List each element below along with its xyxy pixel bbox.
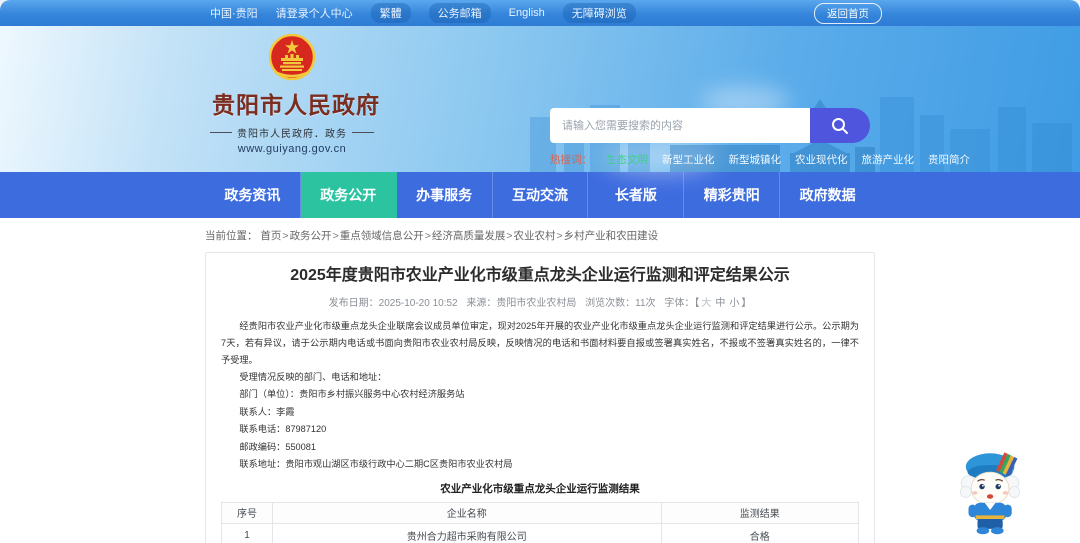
article-title: 2025年度贵阳市农业产业化市级重点龙头企业运行监测和评定结果公示 bbox=[290, 267, 790, 284]
font-size-medium[interactable]: 中 bbox=[715, 298, 725, 309]
breadcrumb-link[interactable]: 政务公开 bbox=[290, 230, 332, 242]
breadcrumb-separator: > bbox=[332, 230, 339, 242]
hot-search-label: 热搜词： bbox=[550, 154, 592, 166]
font-size-label: 字体：【 bbox=[664, 298, 700, 309]
font-size-bracket-close: 】 bbox=[741, 298, 752, 309]
contact-department: 部门（单位）：贵阳市乡村振兴服务中心农村经济服务站 bbox=[239, 389, 465, 399]
search-area: 热搜词： 生态文明 新型工业化 新型城镇化 农业现代化 旅游产业化 贵阳简介 bbox=[550, 108, 970, 167]
nav-item-zhengwu-zixun[interactable]: 政务资讯 bbox=[205, 172, 301, 218]
search-icon bbox=[832, 117, 848, 134]
contact-person: 联系人：李霞 bbox=[239, 406, 295, 417]
breadcrumb-link[interactable]: 乡村产业和农田建设 bbox=[564, 230, 659, 242]
article-container: 2025年度贵阳市农业产业化市级重点龙头企业运行监测和评定结果公示 发布日期：2… bbox=[205, 252, 875, 543]
main-navigation: 政务资讯 政务公开 办事服务 互动交流 长者版 精彩贵阳 政府数据 bbox=[0, 172, 1080, 218]
nav-item-zhengfu-shuju[interactable]: 政府数据 bbox=[780, 172, 875, 218]
topbar-links: 中国·贵阳 请登录个人中心 繁體 公务邮箱 English 无障碍浏览 bbox=[210, 3, 636, 23]
topbar-link-traditional-chinese[interactable]: 繁體 bbox=[370, 3, 411, 23]
article-paragraph: 受理情况反映的部门、电话和地址： bbox=[239, 372, 387, 382]
topbar-link-english[interactable]: English bbox=[509, 7, 545, 19]
hot-keyword[interactable]: 贵阳简介 bbox=[928, 152, 970, 167]
article-paragraph: 经贵阳市农业产业化市级重点龙头企业联席会议成员单位审定，现对2025年开展的农业… bbox=[221, 321, 859, 365]
return-home-button[interactable]: 返回首页 bbox=[814, 2, 882, 24]
table-row: 1 贵州合力超市采购有限公司 合格 bbox=[221, 522, 860, 543]
monitoring-result-table: 序号 企业名称 监测结果 1 贵州合力超市采购有限公司 合格 2 贵州友禾种业有… bbox=[221, 501, 860, 543]
contact-address: 联系地址：贵阳市观山湖区市级行政中心二期C区贵阳市农业农村局 bbox=[239, 459, 513, 469]
breadcrumb: 当前位置： 首页>政务公开>重点领域信息公开>经济高质量发展>农业农村>乡村产业… bbox=[205, 228, 1080, 243]
site-url: www.guiyang.gov.cn bbox=[237, 143, 347, 155]
view-count: 浏览次数：11次 bbox=[585, 298, 656, 309]
cell-company: 贵州合力超市采购有限公司 bbox=[271, 522, 662, 543]
search-input[interactable] bbox=[550, 108, 810, 143]
breadcrumb-link[interactable]: 经济高质量发展 bbox=[432, 230, 506, 242]
publish-date: 发布日期：2025-10-20 10:52 bbox=[328, 298, 458, 309]
article-source: 来源：贵阳市农业农村局 bbox=[466, 298, 577, 309]
cell-result: 合格 bbox=[660, 522, 860, 543]
header-monitoring-result: 监测结果 bbox=[660, 501, 860, 524]
breadcrumb-separator: > bbox=[282, 230, 289, 242]
article-meta: 发布日期：2025-10-20 10:52 来源：贵阳市农业农村局 浏览次数：1… bbox=[221, 294, 859, 309]
cell-serial: 1 bbox=[221, 522, 273, 543]
site-name: 贵阳市人民政府 bbox=[212, 92, 380, 118]
nav-item-zhengwu-gongkai[interactable]: 政务公开 bbox=[300, 172, 397, 218]
breadcrumb-separator: > bbox=[556, 230, 563, 242]
hot-keyword[interactable]: 旅游产业化 bbox=[862, 152, 915, 167]
breadcrumb-link[interactable]: 重点领域信息公开 bbox=[340, 230, 424, 242]
hot-keyword[interactable]: 生态文明 bbox=[606, 152, 648, 167]
breadcrumb-prefix: 当前位置： bbox=[205, 230, 258, 242]
nav-item-jingcai-guiyang[interactable]: 精彩贵阳 bbox=[684, 172, 781, 218]
nav-item-zhangzheban[interactable]: 长者版 bbox=[588, 172, 685, 218]
national-emblem-icon bbox=[269, 34, 315, 81]
hot-search-row: 热搜词： 生态文明 新型工业化 新型城镇化 农业现代化 旅游产业化 贵阳简介 bbox=[550, 152, 970, 167]
site-logo[interactable]: 贵阳市人民政府 贵阳市人民政府．政务 www.guiyang.gov.cn bbox=[212, 34, 380, 155]
article-body: 经贵阳市农业产业化市级重点龙头企业联席会议成员单位审定，现对2025年开展的农业… bbox=[221, 318, 859, 474]
contact-phone: 联系电话：87987120 bbox=[239, 424, 327, 434]
topbar-link-accessibility[interactable]: 无障碍浏览 bbox=[562, 3, 636, 23]
header-serial-number: 序号 bbox=[221, 501, 273, 524]
breadcrumb-separator: > bbox=[506, 230, 513, 242]
breadcrumb-link-home[interactable]: 首页 bbox=[260, 230, 281, 242]
nav-item-banshi-fuwu[interactable]: 办事服务 bbox=[397, 172, 493, 218]
font-size-large[interactable]: 大 bbox=[701, 298, 711, 309]
site-banner: 贵阳市人民政府 贵阳市人民政府．政务 www.guiyang.gov.cn 热搜… bbox=[0, 26, 1080, 176]
hot-keyword[interactable]: 农业现代化 bbox=[795, 152, 848, 167]
font-size-small[interactable]: 小 bbox=[729, 298, 739, 309]
table-caption: 农业产业化市级重点龙头企业运行监测结果 bbox=[440, 482, 640, 495]
contact-postcode: 邮政编码：550081 bbox=[239, 441, 316, 452]
hot-keyword[interactable]: 新型城镇化 bbox=[729, 152, 782, 167]
breadcrumb-separator: > bbox=[424, 230, 431, 242]
hot-keyword[interactable]: 新型工业化 bbox=[662, 152, 715, 167]
topbar-link-login-personal-center[interactable]: 请登录个人中心 bbox=[276, 5, 353, 21]
breadcrumb-link[interactable]: 农业农村 bbox=[513, 230, 555, 242]
top-utility-bar: 中国·贵阳 请登录个人中心 繁體 公务邮箱 English 无障碍浏览 返回首页 bbox=[0, 0, 1080, 26]
topbar-link-official-mail[interactable]: 公务邮箱 bbox=[428, 3, 491, 23]
table-header-row: 序号 企业名称 监测结果 bbox=[221, 501, 860, 524]
browser-page: 中国·贵阳 请登录个人中心 繁體 公务邮箱 English 无障碍浏览 返回首页 bbox=[0, 0, 1080, 543]
nav-item-hudong-jiaoliu[interactable]: 互动交流 bbox=[493, 172, 589, 218]
topbar-link-china-guiyang[interactable]: 中国·贵阳 bbox=[210, 5, 258, 21]
header-company-name: 企业名称 bbox=[271, 501, 662, 524]
site-subtitle: 贵阳市人民政府．政务 bbox=[212, 125, 372, 140]
mascot-assistant[interactable] bbox=[950, 447, 1032, 537]
search-button[interactable] bbox=[810, 108, 870, 143]
